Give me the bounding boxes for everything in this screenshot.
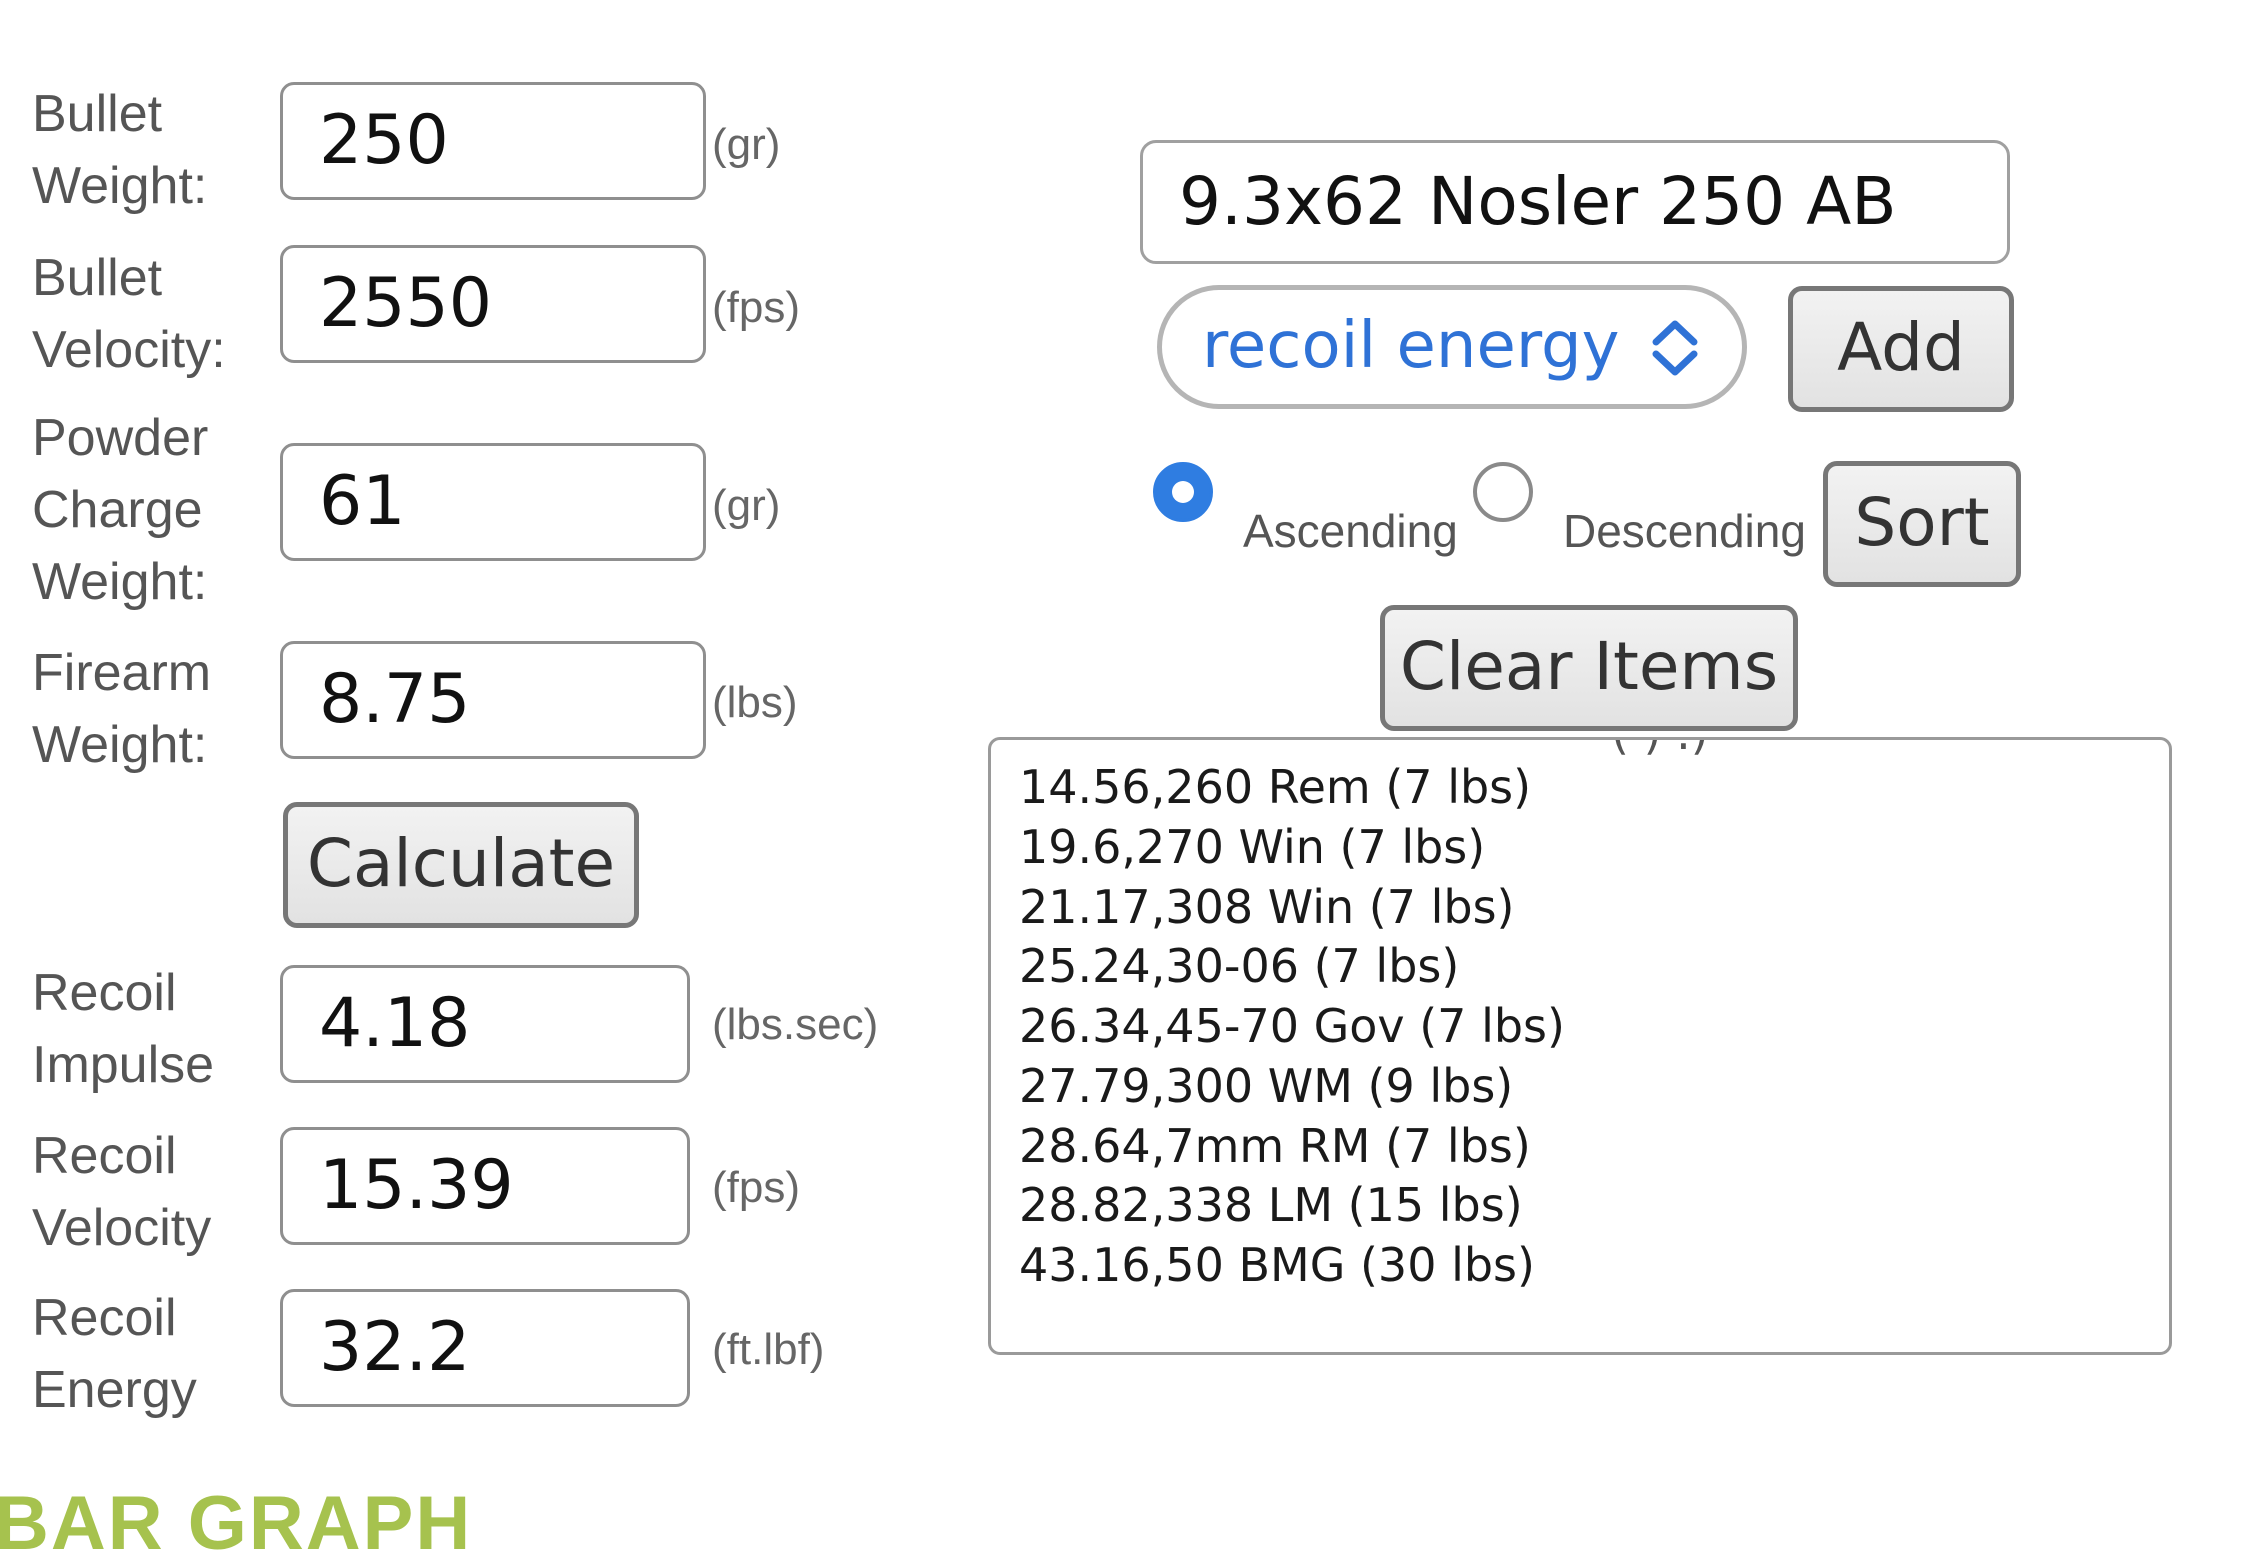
bullet-weight-input[interactable]: 250 [280, 82, 706, 200]
list-item[interactable]: 14.56,260 Rem (7 lbs) [1019, 760, 1531, 814]
bullet-weight-unit: (gr) [712, 120, 781, 169]
list-item[interactable]: 25.24,30-06 (7 lbs) [1019, 939, 1459, 993]
ascending-label: Ascending [1243, 505, 1458, 557]
bullet-weight-label: Bullet Weight: [32, 85, 208, 215]
recoil-energy-output: 32.2 [280, 1289, 690, 1407]
list-item-partial: ( ) .) [1611, 740, 1709, 760]
add-button[interactable]: Add [1788, 286, 2014, 412]
bullet-velocity-unit: (fps) [712, 283, 800, 332]
bullet-velocity-label: Bullet Velocity: [32, 249, 226, 379]
clear-items-button[interactable]: Clear Items [1380, 605, 1798, 731]
list-item[interactable]: 28.64,7mm RM (7 lbs) [1019, 1119, 1531, 1173]
firearm-weight-input[interactable]: 8.75 [280, 641, 706, 759]
recoil-impulse-unit: (lbs.sec) [712, 1000, 879, 1049]
bar-graph-heading: BAR GRAPH [0, 1481, 473, 1566]
recoil-energy-label: Recoil Energy [32, 1289, 197, 1419]
powder-charge-weight-label: Powder Charge Weight: [32, 409, 209, 611]
sort-button[interactable]: Sort [1823, 461, 2021, 587]
sort-field-select[interactable]: recoil energy [1157, 285, 1747, 409]
sort-field-value: recoil energy [1202, 309, 1620, 383]
firearm-weight-label: Firearm Weight: [32, 644, 212, 774]
descending-label: Descending [1563, 505, 1806, 557]
ascending-radio[interactable] [1153, 462, 1213, 522]
cartridge-name-input[interactable]: 9.3x62 Nosler 250 AB [1140, 140, 2010, 264]
chevron-up-down-icon [1652, 320, 1698, 376]
recoil-impulse-label: Recoil Impulse [32, 964, 215, 1094]
firearm-weight-unit: (lbs) [712, 678, 798, 727]
recoil-energy-unit: (ft.lbf) [712, 1325, 825, 1374]
recoil-impulse-output: 4.18 [280, 965, 690, 1083]
calculate-button[interactable]: Calculate [283, 802, 639, 928]
list-item[interactable]: 43.16,50 BMG (30 lbs) [1019, 1238, 1535, 1292]
descending-radio[interactable] [1473, 462, 1533, 522]
recoil-velocity-unit: (fps) [712, 1163, 800, 1212]
list-item[interactable]: 28.82,338 LM (15 lbs) [1019, 1178, 1523, 1232]
comparison-list[interactable]: ( ) .) 14.56,260 Rem (7 lbs) 19.6,270 Wi… [988, 737, 2172, 1355]
list-item[interactable]: 27.79,300 WM (9 lbs) [1019, 1059, 1513, 1113]
powder-charge-weight-unit: (gr) [712, 481, 781, 530]
bullet-velocity-input[interactable]: 2550 [280, 245, 706, 363]
recoil-velocity-output: 15.39 [280, 1127, 690, 1245]
list-item[interactable]: 21.17,308 Win (7 lbs) [1019, 880, 1515, 934]
list-item[interactable]: 26.34,45-70 Gov (7 lbs) [1019, 999, 1565, 1053]
list-item[interactable]: 19.6,270 Win (7 lbs) [1019, 820, 1485, 874]
recoil-velocity-label: Recoil Velocity [32, 1127, 212, 1257]
powder-charge-weight-input[interactable]: 61 [280, 443, 706, 561]
